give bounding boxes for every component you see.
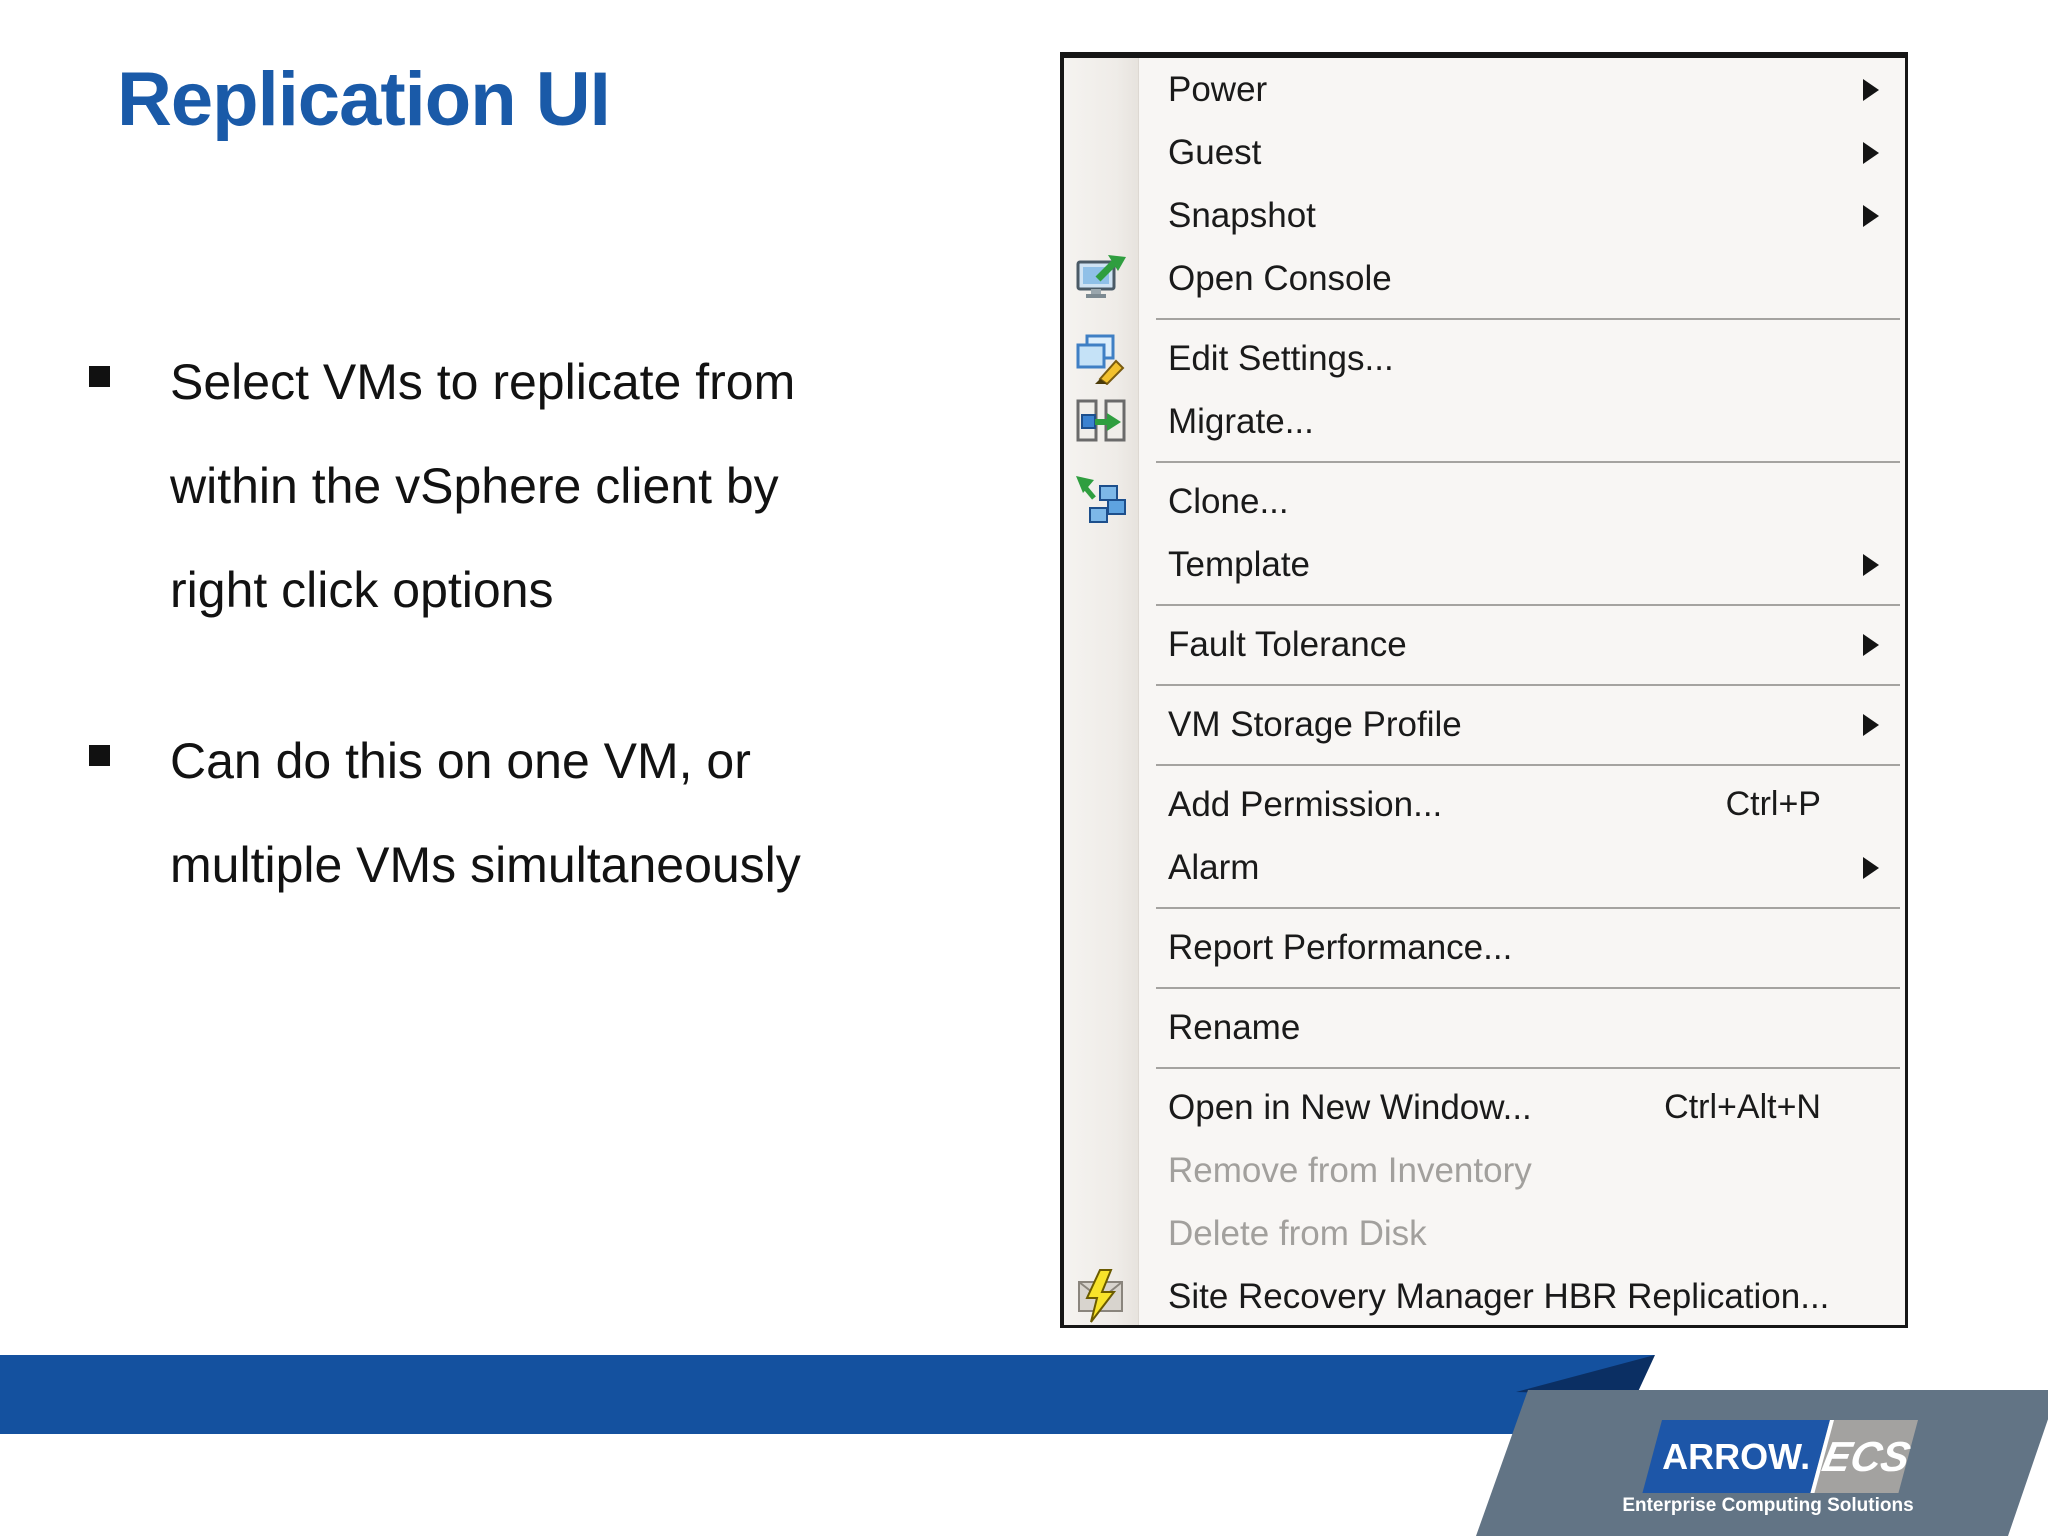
bullet-marker [89,366,110,387]
menu-item-label: Fault Tolerance [1168,625,1407,664]
menu-separator [1064,979,1905,996]
menu-item-label: Delete from Disk [1168,1214,1427,1253]
menu-item-label: Alarm [1168,848,1260,887]
bullet-item-multiple-vms: Can do this on one VM, or multiple VMs s… [170,709,950,917]
menu-item-delete-from-disk: Delete from Disk [1064,1202,1905,1265]
menu-item-open-console[interactable]: Open Console [1064,247,1905,310]
menu-item-label: Template [1168,545,1311,584]
submenu-arrow-icon [1863,633,1879,656]
menu-item-label: Migrate... [1168,402,1314,441]
bullet-marker [89,745,110,766]
migrate-icon [1076,399,1126,442]
page-title: Replication UI [117,57,611,142]
submenu-arrow-icon [1863,78,1879,101]
submenu-arrow-icon [1863,713,1879,736]
menu-separator [1064,596,1905,613]
bullet-line: multiple VMs simultaneously [170,837,801,893]
menu-separator [1064,676,1905,693]
menu-item-migrate[interactable]: Migrate... [1064,390,1905,453]
menu-item-report-performance[interactable]: Report Performance... [1064,916,1905,979]
menu-item-guest[interactable]: Guest [1064,121,1905,184]
arrow-ecs-logo: ARROW. ECS [1642,1420,1918,1493]
menu-item-shortcut: Ctrl+Alt+N [1664,1088,1821,1126]
submenu-arrow-icon [1863,553,1879,576]
menu-item-power[interactable]: Power [1064,58,1905,121]
submenu-arrow-icon [1863,204,1879,227]
menu-item-vm-storage-profile[interactable]: VM Storage Profile [1064,693,1905,756]
menu-item-open-in-new-window[interactable]: Open in New Window... Ctrl+Alt+N [1064,1076,1905,1139]
menu-item-label: VM Storage Profile [1168,705,1462,744]
menu-separator [1064,453,1905,470]
bullet-line: Select VMs to replicate from [170,354,796,410]
menu-separator [1064,1059,1905,1076]
menu-item-add-permission[interactable]: Add Permission... Ctrl+P [1064,773,1905,836]
bullet-line: Can do this on one VM, or [170,733,751,789]
submenu-arrow-icon [1863,856,1879,879]
vm-context-menu: Power Guest Snapshot Open Console Edit S… [1060,52,1908,1328]
menu-item-clone[interactable]: Clone... [1064,470,1905,533]
menu-item-shortcut: Ctrl+P [1725,785,1821,823]
menu-item-srm-hbr-replication[interactable]: Site Recovery Manager HBR Replication... [1064,1265,1905,1325]
menu-item-label: Power [1168,70,1268,109]
menu-item-remove-from-inventory: Remove from Inventory [1064,1139,1905,1202]
clone-icon [1076,476,1126,523]
menu-item-label: Guest [1168,133,1262,172]
menu-item-alarm[interactable]: Alarm [1064,836,1905,899]
menu-item-label: Snapshot [1168,196,1316,235]
menu-separator [1064,756,1905,773]
menu-item-rename[interactable]: Rename [1064,996,1905,1059]
menu-item-template[interactable]: Template [1064,533,1905,596]
arrow-logo-box: ARROW. [1642,1420,1830,1493]
menu-item-label: Edit Settings... [1168,339,1394,378]
menu-item-label: Open Console [1168,259,1392,298]
srm-icon [1078,1269,1123,1323]
menu-item-label: Add Permission... [1168,785,1443,824]
edit-settings-icon [1076,334,1125,385]
logo-tagline: Enterprise Computing Solutions [1622,1495,1914,1516]
menu-item-label: Clone... [1168,482,1289,521]
bullet-line: right click options [170,562,554,618]
ecs-logo-text: ECS [1818,1432,1915,1480]
menu-item-label: Site Recovery Manager HBR Replication... [1168,1277,1830,1316]
menu-item-label: Rename [1168,1008,1301,1047]
menu-separator [1064,899,1905,916]
bullet-item-select-vms: Select VMs to replicate from within the … [170,330,950,642]
submenu-arrow-icon [1863,141,1879,164]
bullet-line: within the vSphere client by [170,458,779,514]
menu-item-edit-settings[interactable]: Edit Settings... [1064,327,1905,390]
footer-blue-bar [0,1355,1655,1434]
menu-item-snapshot[interactable]: Snapshot [1064,184,1905,247]
console-icon [1076,255,1126,298]
menu-item-label: Report Performance... [1168,928,1513,967]
menu-item-fault-tolerance[interactable]: Fault Tolerance [1064,613,1905,676]
menu-item-label: Open in New Window... [1168,1088,1532,1127]
menu-item-label: Remove from Inventory [1168,1151,1532,1190]
menu-separator [1064,310,1905,327]
slide: Replication UI Select VMs to replicate f… [0,0,2048,1536]
arrow-logo-text: ARROW. [1662,1435,1811,1477]
